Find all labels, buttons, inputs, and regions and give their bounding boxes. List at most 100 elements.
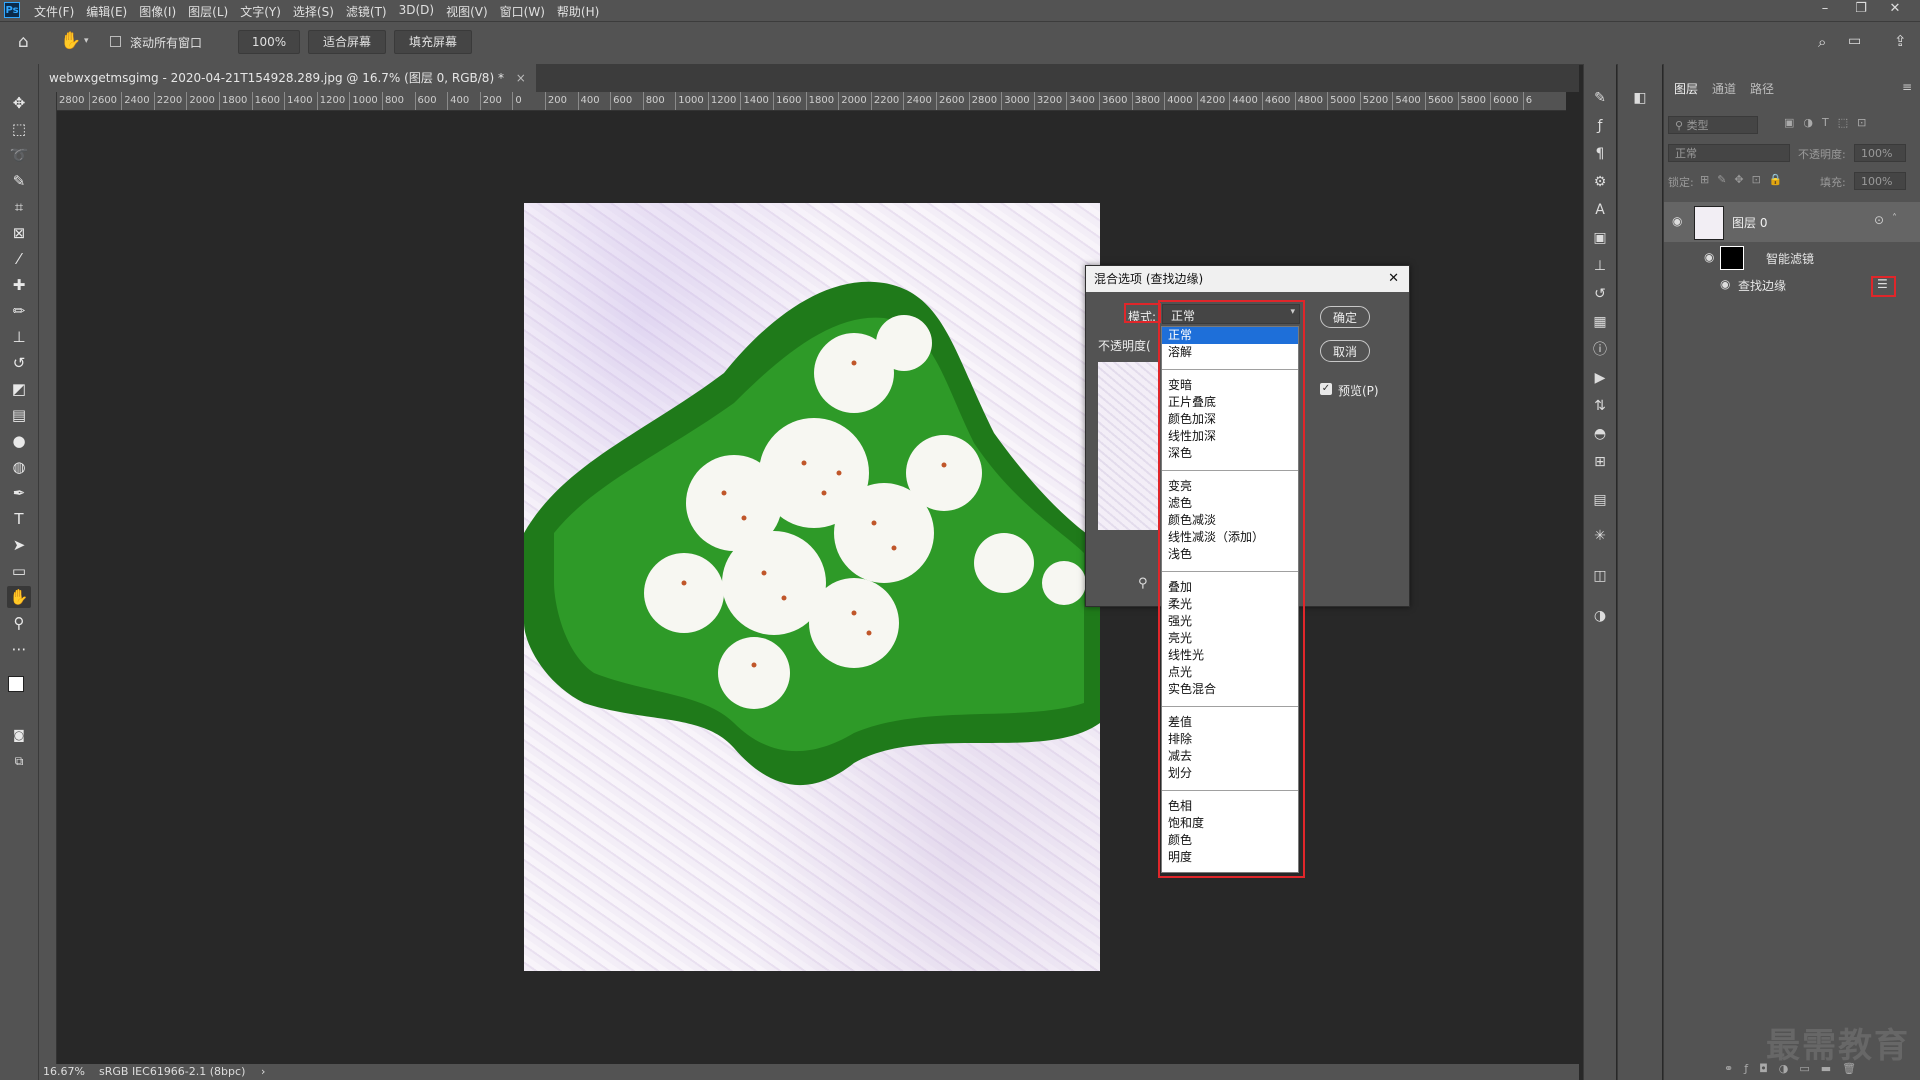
chevron-down-icon[interactable]: ▾ bbox=[84, 36, 89, 46]
menu-item[interactable]: 文件(F) bbox=[34, 3, 74, 20]
brush-tool-icon[interactable]: ✏ bbox=[7, 300, 31, 322]
menu-item[interactable]: 视图(V) bbox=[446, 3, 488, 20]
blur-tool-icon[interactable]: ● bbox=[7, 430, 31, 452]
close-tab-icon[interactable]: × bbox=[516, 71, 526, 85]
libraries-icon[interactable]: ◫ bbox=[1590, 566, 1610, 586]
blend-mode-option[interactable]: 变亮 bbox=[1162, 478, 1298, 495]
workspace-icon[interactable]: ▭ bbox=[1848, 33, 1861, 49]
tab-paths[interactable]: 路径 bbox=[1750, 80, 1774, 97]
marquee-tool-icon[interactable]: ⬚ bbox=[7, 118, 31, 140]
blend-mode-option[interactable]: 叠加 bbox=[1162, 579, 1298, 596]
actions-play-icon[interactable]: ▶ bbox=[1590, 368, 1610, 388]
document-image[interactable] bbox=[524, 203, 1100, 971]
menu-item[interactable]: 选择(S) bbox=[293, 3, 334, 20]
adjustments-icon[interactable]: ⚙ bbox=[1590, 172, 1610, 192]
blend-mode-option[interactable]: 浅色 bbox=[1162, 546, 1298, 563]
blend-mode-option[interactable]: 线性加深 bbox=[1162, 428, 1298, 445]
quick-mask-icon[interactable]: ◙ bbox=[7, 724, 31, 746]
blend-mode-option[interactable]: 排除 bbox=[1162, 731, 1298, 748]
layer-name[interactable]: 图层 0 bbox=[1732, 214, 1767, 231]
path-selection-icon[interactable]: ➤ bbox=[7, 534, 31, 556]
character-icon[interactable]: A bbox=[1590, 200, 1610, 220]
rectangle-tool-icon[interactable]: ▭ bbox=[7, 560, 31, 582]
clone-source-icon[interactable]: ⊥ bbox=[1590, 256, 1610, 276]
visibility-eye-icon[interactable]: ◉ bbox=[1720, 277, 1730, 291]
blend-mode-option[interactable]: 颜色减淡 bbox=[1162, 512, 1298, 529]
smart-filters-row[interactable]: ◉ 智能滤镜 bbox=[1664, 244, 1920, 272]
lasso-tool-icon[interactable]: ➰ bbox=[7, 144, 31, 166]
layer-row-0[interactable]: ◉ 图层 0 ⊙ ˄ bbox=[1664, 202, 1920, 242]
visibility-eye-icon[interactable]: ◉ bbox=[1704, 250, 1714, 264]
more-tools-icon[interactable]: ⋯ bbox=[7, 638, 31, 660]
blend-mode-option[interactable]: 柔光 bbox=[1162, 596, 1298, 613]
fx-icon[interactable]: ƒ bbox=[1590, 116, 1610, 136]
foreground-color-swatch[interactable] bbox=[8, 676, 24, 692]
gradient-tool-icon[interactable]: ▤ bbox=[7, 404, 31, 426]
home-icon[interactable]: ⌂ bbox=[18, 32, 29, 52]
blend-mode-option[interactable]: 线性光 bbox=[1162, 647, 1298, 664]
menu-item[interactable]: 图像(I) bbox=[139, 3, 176, 20]
dialog-close-icon[interactable]: ✕ bbox=[1388, 266, 1399, 292]
status-arrow-icon[interactable]: › bbox=[261, 1064, 265, 1080]
filter-type-icons[interactable]: ▣◑T⬚⊡ bbox=[1784, 116, 1875, 129]
blend-mode-option[interactable]: 正片叠底 bbox=[1162, 394, 1298, 411]
clone-stamp-icon[interactable]: ⊥ bbox=[7, 326, 31, 348]
panel-menu-icon[interactable]: ≡ bbox=[1902, 80, 1912, 94]
screen-mode-icon[interactable]: ⧉ bbox=[7, 750, 31, 772]
blend-mode-option[interactable]: 颜色 bbox=[1162, 832, 1298, 849]
blend-mode-option[interactable]: 强光 bbox=[1162, 613, 1298, 630]
zoom-icon[interactable]: ⚲ bbox=[1138, 576, 1148, 591]
hand-tool-icon[interactable]: ✋ bbox=[60, 31, 81, 51]
blend-mode-option[interactable]: 颜色加深 bbox=[1162, 411, 1298, 428]
collapse-arrow-icon[interactable]: ˄ bbox=[1892, 213, 1897, 224]
blend-mode-option[interactable]: 溶解 bbox=[1162, 344, 1298, 361]
type-tool-icon[interactable]: T bbox=[7, 508, 31, 530]
swatches-icon[interactable]: ⇅ bbox=[1590, 396, 1610, 416]
scroll-all-checkbox[interactable] bbox=[110, 36, 121, 47]
blend-mode-dropdown-list[interactable]: 正常 溶解 变暗 正片叠底 颜色加深 线性加深 深色 变亮 滤色 颜色减淡 线性减淡（添加） 浅色 叠加… bbox=[1161, 326, 1299, 873]
close-window-button[interactable]: ✕ bbox=[1880, 1, 1910, 16]
frame-tool-icon[interactable]: ⊠ bbox=[7, 222, 31, 244]
healing-brush-icon[interactable]: ✚ bbox=[7, 274, 31, 296]
blend-mode-option[interactable]: 亮光 bbox=[1162, 630, 1298, 647]
blend-mode-option[interactable]: 划分 bbox=[1162, 765, 1298, 782]
status-zoom[interactable]: 16.67% bbox=[43, 1064, 85, 1080]
blend-mode-option[interactable]: 差值 bbox=[1162, 714, 1298, 731]
blend-mode-option[interactable]: 滤色 bbox=[1162, 495, 1298, 512]
pen-tool-icon[interactable]: ✒ bbox=[7, 482, 31, 504]
dodge-tool-icon[interactable]: ◍ bbox=[7, 456, 31, 478]
blend-mode-option[interactable]: 饱和度 bbox=[1162, 815, 1298, 832]
menu-item[interactable]: 滤镜(T) bbox=[346, 3, 387, 20]
paragraph-icon[interactable]: ¶ bbox=[1590, 144, 1610, 164]
menu-item[interactable]: 3D(D) bbox=[399, 3, 434, 20]
properties-icon[interactable]: ▣ bbox=[1590, 228, 1610, 248]
blend-mode-option[interactable]: 明度 bbox=[1162, 849, 1298, 866]
zoom-tool-icon[interactable]: ⚲ bbox=[7, 612, 31, 634]
menu-item[interactable]: 编辑(E) bbox=[86, 3, 127, 20]
minimize-button[interactable]: – bbox=[1810, 1, 1840, 16]
menu-item[interactable]: 文字(Y) bbox=[240, 3, 281, 20]
blend-mode-select[interactable]: 正常 bbox=[1668, 144, 1790, 162]
ok-button[interactable]: 确定 bbox=[1320, 306, 1370, 328]
styles-icon[interactable]: ▦ bbox=[1590, 312, 1610, 332]
visibility-eye-icon[interactable]: ◉ bbox=[1672, 214, 1682, 228]
tab-layers[interactable]: 图层 bbox=[1674, 80, 1698, 97]
zoom-100-button[interactable]: 100% bbox=[238, 30, 300, 54]
fill-screen-button[interactable]: 填充屏幕 bbox=[394, 30, 472, 54]
blend-mode-option[interactable]: 变暗 bbox=[1162, 377, 1298, 394]
search-icon[interactable]: ⌕ bbox=[1818, 33, 1826, 51]
fill-field[interactable]: 100% bbox=[1854, 172, 1906, 190]
preview-checkbox[interactable]: ✓ bbox=[1320, 383, 1332, 395]
hand-tool-icon[interactable]: ✋ bbox=[7, 586, 31, 608]
menu-item[interactable]: 帮助(H) bbox=[557, 3, 599, 20]
history-icon[interactable]: ↺ bbox=[1590, 284, 1610, 304]
tab-channels[interactable]: 通道 bbox=[1712, 80, 1736, 97]
blend-mode-option[interactable]: 点光 bbox=[1162, 664, 1298, 681]
menu-item[interactable]: 图层(L) bbox=[188, 3, 228, 20]
move-tool-icon[interactable]: ✥ bbox=[7, 92, 31, 114]
layer-filter-select[interactable]: ⚲ 类型 bbox=[1668, 116, 1758, 134]
fit-screen-button[interactable]: 适合屏幕 bbox=[308, 30, 386, 54]
brush-settings-icon[interactable]: ✎ bbox=[1590, 88, 1610, 108]
crop-tool-icon[interactable]: ⌗ bbox=[7, 196, 31, 218]
blend-mode-option[interactable]: 色相 bbox=[1162, 798, 1298, 815]
